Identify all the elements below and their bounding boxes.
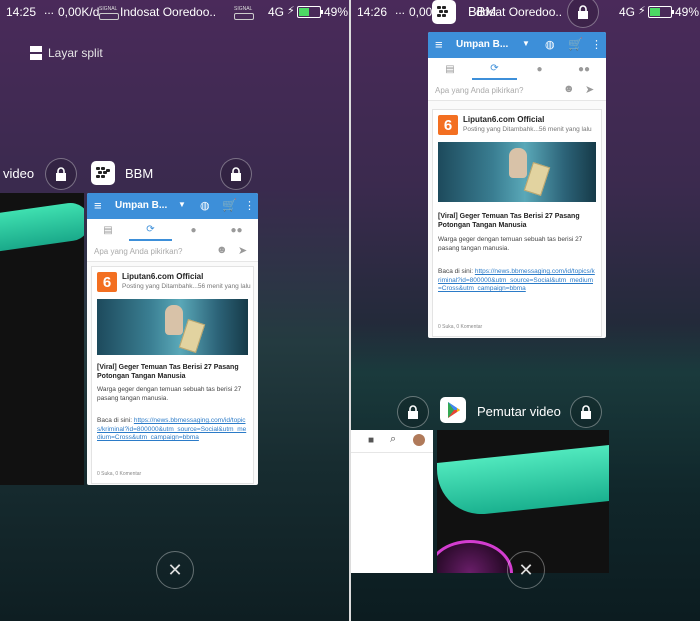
avatar-icon[interactable] (413, 434, 425, 446)
feed-title[interactable]: Umpan B... (456, 39, 508, 50)
dropdown-icon[interactable]: ▼ (522, 39, 530, 48)
person-icon[interactable]: ● (172, 219, 215, 241)
battery-icon (297, 6, 323, 18)
bbm-icon (91, 161, 115, 185)
video-app-card[interactable] (0, 193, 84, 485)
right-screenshot: 14:26 ... 0,00K dosat Ooredoo.. 4G ⚡ 49%… (351, 0, 700, 621)
compose-bar[interactable]: Apa yang Anda pikirkan? ☻ ➤ (428, 80, 606, 101)
post-meta: Posting yang Ditambahk...56 menit yang l… (463, 126, 592, 133)
post-footer: 0 Suka, 0 Komentar (97, 471, 142, 477)
chat-icon[interactable]: ▤ (87, 219, 129, 241)
send-icon[interactable]: ➤ (585, 83, 594, 96)
post-title[interactable]: [Viral] Geger Temuan Tas Berisi 27 Pasan… (438, 212, 596, 230)
status-dots: ... (395, 3, 406, 17)
bbm-app-card[interactable]: ≡ Umpan B... ▼ ◍ 🛒 ⋮ ▤ ⟳ ● ●● Apa yang A… (87, 193, 258, 485)
compose-bar[interactable]: Apa yang Anda pikirkan? ☻ ➤ (87, 241, 258, 262)
split-screen-label[interactable]: Layar split (48, 46, 103, 60)
cart-icon[interactable]: 🛒 (568, 37, 583, 51)
post-body: Warga geger dengan temuan sebuah tas ber… (97, 386, 242, 402)
split-screen-icon[interactable] (30, 46, 42, 60)
post-author[interactable]: Liputan6.com Official (122, 272, 203, 281)
previous-app-card[interactable]: ■ ⌕ (351, 430, 433, 573)
compose-input[interactable]: Apa yang Anda pikirkan? (94, 247, 183, 256)
send-icon[interactable]: ➤ (238, 244, 247, 257)
top-app-label: BBM (468, 4, 497, 19)
post-read-more: Baca di sini: https://news.bbmessaging.c… (97, 417, 247, 441)
play-store-icon (440, 397, 466, 423)
post-footer: 0 Suka, 0 Komentar (438, 324, 483, 330)
battery-icon (648, 6, 674, 18)
compose-input[interactable]: Apa yang Anda pikirkan? (435, 86, 524, 95)
feed-post[interactable]: 6 Liputan6.com Official Posting yang Dit… (91, 266, 254, 484)
menu-icon[interactable]: ≡ (94, 198, 102, 213)
lock-icon-3[interactable] (570, 396, 602, 428)
status-bar-right: 14:26 ... 0,00K dosat Ooredoo.. 4G ⚡ 49% (351, 0, 700, 24)
bbm-app-card[interactable]: ≡ Umpan B... ▼ ◍ 🛒 ⋮ ▤ ⟳ ● ●● Apa yang A… (428, 32, 606, 338)
post-meta: Posting yang Ditambahk...56 menit yang l… (122, 283, 251, 290)
status-network: 4G (268, 5, 285, 19)
globe-icon[interactable]: ◍ (200, 199, 210, 212)
left-screenshot: 14:25 ... 0,00K/d SIGNAL Indosat Ooredoo… (0, 0, 349, 621)
chat-icon[interactable]: ▤ (428, 58, 472, 80)
close-icon[interactable]: ✕ (156, 551, 194, 589)
more-icon[interactable]: ⋮ (244, 199, 255, 212)
post-body: Warga geger dengan temuan sebuah tas ber… (438, 236, 583, 252)
signal-icon: SIGNAL (99, 6, 119, 20)
liputan6-logo: 6 (438, 115, 458, 135)
charging-icon: ⚡ (638, 5, 646, 17)
cart-icon[interactable]: 🛒 (222, 198, 237, 212)
more-icon[interactable]: ⋮ (591, 38, 602, 51)
emoji-icon[interactable]: ☻ (563, 83, 575, 95)
bbm-tabs: ▤ ⟳ ● ●● (87, 219, 258, 242)
emoji-icon[interactable]: ☻ (216, 244, 228, 256)
prev-app-label: video (3, 166, 35, 181)
lock-icon[interactable] (45, 158, 77, 190)
bbm-toolbar: ≡ Umpan B... ▼ ◍ 🛒 ⋮ (428, 32, 606, 58)
status-carrier: Indosat Ooredoo.. (120, 5, 217, 19)
status-battery: 49% (675, 5, 700, 19)
video-camera-icon[interactable]: ■ (368, 435, 374, 446)
bbm-tabs: ▤ ⟳ ● ●● (428, 58, 606, 81)
status-battery: 49% (324, 5, 349, 19)
status-speed: 0,00K/d (58, 5, 100, 19)
close-icon[interactable]: ✕ (507, 551, 545, 589)
post-image[interactable] (438, 142, 596, 202)
app-label: BBM (125, 166, 154, 181)
liputan6-logo: 6 (97, 272, 117, 292)
person-icon[interactable]: ● (517, 58, 562, 80)
bbm-toolbar: ≡ Umpan B... ▼ ◍ 🛒 ⋮ (87, 193, 258, 219)
dropdown-icon[interactable]: ▼ (178, 200, 186, 209)
charging-icon: ⚡ (287, 5, 295, 17)
group-icon[interactable]: ●● (562, 58, 606, 80)
app-label: Pemutar video (477, 404, 561, 419)
menu-icon[interactable]: ≡ (435, 37, 443, 52)
feed-title[interactable]: Umpan B... (115, 200, 167, 211)
post-read-more: Baca di sini: https://news.bbmessaging.c… (438, 268, 595, 292)
lock-icon-2[interactable] (397, 396, 429, 428)
globe-icon[interactable]: ◍ (545, 38, 555, 51)
lock-icon-2[interactable] (220, 158, 252, 190)
status-time: 14:25 (6, 5, 37, 19)
refresh-icon[interactable]: ⟳ (472, 58, 517, 80)
status-dots: ... (44, 3, 55, 17)
status-network: 4G (619, 5, 636, 19)
feed-post[interactable]: 6 Liputan6.com Official Posting yang Dit… (432, 109, 602, 337)
bbm-icon (432, 0, 456, 24)
post-image[interactable] (97, 299, 248, 355)
status-bar: 14:25 ... 0,00K/d SIGNAL Indosat Ooredoo… (0, 0, 349, 24)
post-author[interactable]: Liputan6.com Official (463, 115, 544, 124)
group-icon[interactable]: ●● (215, 219, 258, 241)
search-icon[interactable]: ⌕ (390, 433, 396, 446)
post-title[interactable]: [Viral] Geger Temuan Tas Berisi 27 Pasan… (97, 363, 248, 381)
status-time: 14:26 (357, 5, 388, 19)
signal-icon-2: SIGNAL (234, 6, 254, 20)
refresh-icon[interactable]: ⟳ (129, 219, 172, 241)
